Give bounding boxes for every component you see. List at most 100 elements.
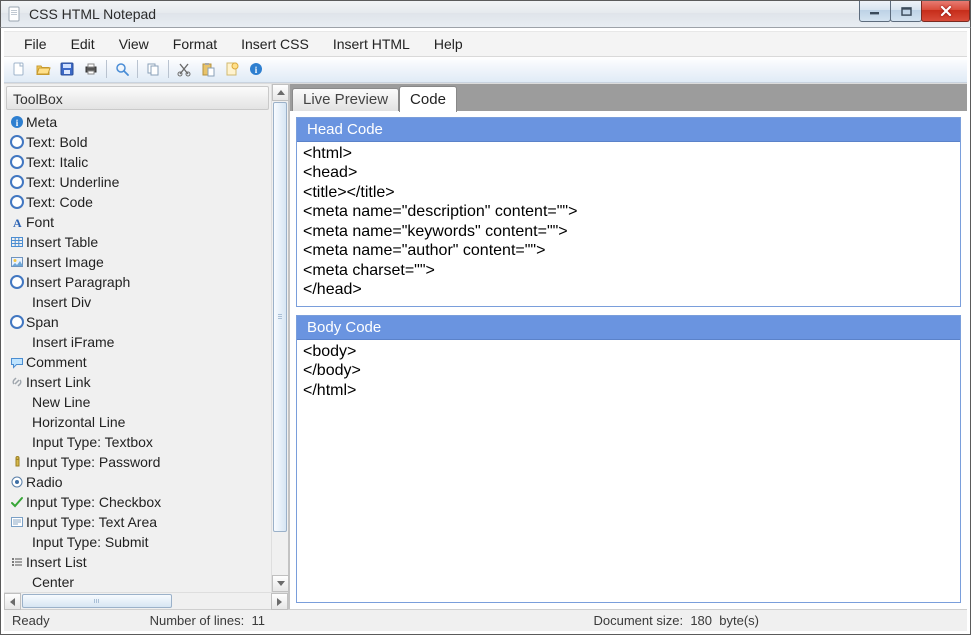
span-icon — [8, 315, 26, 329]
comment-icon — [8, 355, 26, 369]
cut-icon[interactable] — [173, 58, 195, 80]
scrollbar-arrow-right-icon[interactable] — [271, 593, 288, 610]
toolbox-item[interactable]: Insert Paragraph — [4, 272, 271, 292]
body-code-panel-title: Body Code — [297, 316, 960, 340]
toolbox-item[interactable]: Text: Underline — [4, 172, 271, 192]
toolbar-separator — [106, 60, 107, 78]
menu-format[interactable]: Format — [173, 36, 217, 52]
toolbox-item-label: Text: Bold — [26, 134, 87, 150]
new-document-icon[interactable] — [221, 58, 243, 80]
scrollbar-arrow-up-icon[interactable] — [272, 84, 289, 101]
toolbox-item-label: Input Type: Textbox — [32, 434, 153, 450]
toolbox-item-label: Horizontal Line — [32, 414, 125, 430]
toolbox-item[interactable]: Text: Bold — [4, 132, 271, 152]
toolbox-item-label: Center — [32, 574, 74, 590]
toolbox-item[interactable]: Insert List — [4, 552, 271, 572]
toolbox-item-label: Insert Image — [26, 254, 104, 270]
close-button[interactable] — [921, 1, 970, 22]
toolbox-item[interactable]: Horizontal Line — [4, 412, 271, 432]
window-buttons — [860, 1, 970, 24]
minimize-button[interactable] — [859, 1, 891, 22]
body-code-panel: Body Code <body> </body> </html> — [296, 315, 961, 603]
paste-icon[interactable] — [197, 58, 219, 80]
status-docsize-value: 180 — [690, 613, 712, 628]
toolbox-item-label: Insert List — [26, 554, 87, 570]
toolbox-item[interactable]: Insert Link — [4, 372, 271, 392]
title-bar: CSS HTML Notepad — [0, 0, 971, 28]
toolbox-item[interactable]: Center — [4, 572, 271, 592]
menu-edit[interactable]: Edit — [71, 36, 95, 52]
app-icon — [7, 6, 23, 22]
toolbox-item[interactable]: Insert Div — [4, 292, 271, 312]
toolbox-item[interactable]: A Font — [4, 212, 271, 232]
status-bar: Ready Number of lines: 11 Document size:… — [4, 609, 967, 631]
italic-icon — [8, 155, 26, 169]
radio-icon — [8, 475, 26, 489]
toolbox-list: iMeta Text: Bold Text: ItalicText: Underli… — [4, 110, 271, 592]
save-icon[interactable] — [56, 58, 78, 80]
scrollbar-arrow-down-icon[interactable] — [272, 575, 289, 592]
main-split: ToolBox iMetaText: BoldText: ItalicText:… — [4, 83, 967, 609]
toolbox-item[interactable]: iMeta — [4, 112, 271, 132]
toolbox-item[interactable]: New Line — [4, 392, 271, 412]
menu-insert-css[interactable]: Insert CSS — [241, 36, 309, 52]
toolbox-item-label: Insert iFrame — [32, 334, 114, 350]
toolbox-item-label: Radio — [26, 474, 63, 490]
print-icon[interactable] — [80, 58, 102, 80]
copy-icon[interactable] — [142, 58, 164, 80]
open-folder-icon[interactable] — [32, 58, 54, 80]
search-icon[interactable] — [111, 58, 133, 80]
tab-live-preview[interactable]: Live Preview — [292, 88, 399, 111]
toolbar: i — [4, 57, 967, 83]
table-icon — [8, 235, 26, 249]
toolbox-item-label: Insert Link — [26, 374, 91, 390]
toolbox-item[interactable]: Span — [4, 312, 271, 332]
window-title: CSS HTML Notepad — [29, 6, 156, 22]
toolbox-item-label: Insert Table — [26, 234, 98, 250]
toolbox-item[interactable]: Text: Italic — [4, 152, 271, 172]
scrollbar-thumb[interactable] — [22, 594, 172, 608]
svg-text:A: A — [13, 216, 22, 229]
menu-bar: File Edit View Format Insert CSS Insert … — [4, 31, 967, 57]
scrollbar-arrow-left-icon[interactable] — [4, 593, 21, 610]
status-docsize-label: Document size: — [594, 613, 684, 628]
toolbox-item[interactable]: Input Type: Text Area — [4, 512, 271, 532]
head-code-editor[interactable]: <html> <head> <title></title> <meta name… — [297, 142, 960, 306]
sidebar-vertical-scrollbar[interactable] — [271, 84, 288, 592]
toolbox-item[interactable]: Insert Image — [4, 252, 271, 272]
toolbox-item[interactable]: Input Type: Password — [4, 452, 271, 472]
sidebar: ToolBox iMetaText: BoldText: ItalicText:… — [4, 84, 290, 609]
toolbar-separator — [168, 60, 169, 78]
toolbox-header: ToolBox — [6, 86, 269, 110]
toolbox-item-label: Input Type: Submit — [32, 534, 148, 550]
check-icon — [8, 495, 26, 509]
toolbox-item[interactable]: Radio — [4, 472, 271, 492]
tab-code[interactable]: Code — [399, 86, 457, 112]
toolbox-item[interactable]: Insert Table — [4, 232, 271, 252]
scrollbar-thumb[interactable] — [273, 102, 287, 532]
toolbox-item-label: Insert Paragraph — [26, 274, 130, 290]
toolbox-item[interactable]: Input Type: Checkbox — [4, 492, 271, 512]
menu-insert-html[interactable]: Insert HTML — [333, 36, 410, 52]
main-content: Live Preview Code Head Code <html> <head… — [290, 84, 967, 609]
toolbox-item[interactable]: Insert iFrame — [4, 332, 271, 352]
menu-view[interactable]: View — [119, 36, 149, 52]
list-icon — [8, 555, 26, 569]
toolbox-item[interactable]: Text: Code — [4, 192, 271, 212]
toolbox-item-label: New Line — [32, 394, 90, 410]
new-file-icon[interactable] — [8, 58, 30, 80]
menu-file[interactable]: File — [24, 36, 47, 52]
toolbox-item[interactable]: Comment — [4, 352, 271, 372]
menu-help[interactable]: Help — [434, 36, 463, 52]
toolbox-item-label: Input Type: Checkbox — [26, 494, 161, 510]
body-code-editor[interactable]: <body> </body> </html> — [297, 340, 960, 602]
status-docsize: Document size: 180 byte(s) — [594, 613, 760, 628]
toolbox-item[interactable]: Input Type: Textbox — [4, 432, 271, 452]
toolbar-separator — [137, 60, 138, 78]
toolbox-item[interactable]: Input Type: Submit — [4, 532, 271, 552]
sidebar-horizontal-scrollbar[interactable] — [4, 592, 288, 609]
maximize-button[interactable] — [890, 1, 922, 22]
toolbox-list-container: ToolBox iMetaText: BoldText: ItalicText:… — [4, 84, 271, 592]
help-icon[interactable]: i — [245, 58, 267, 80]
toolbox-item-label: Font — [26, 214, 54, 230]
